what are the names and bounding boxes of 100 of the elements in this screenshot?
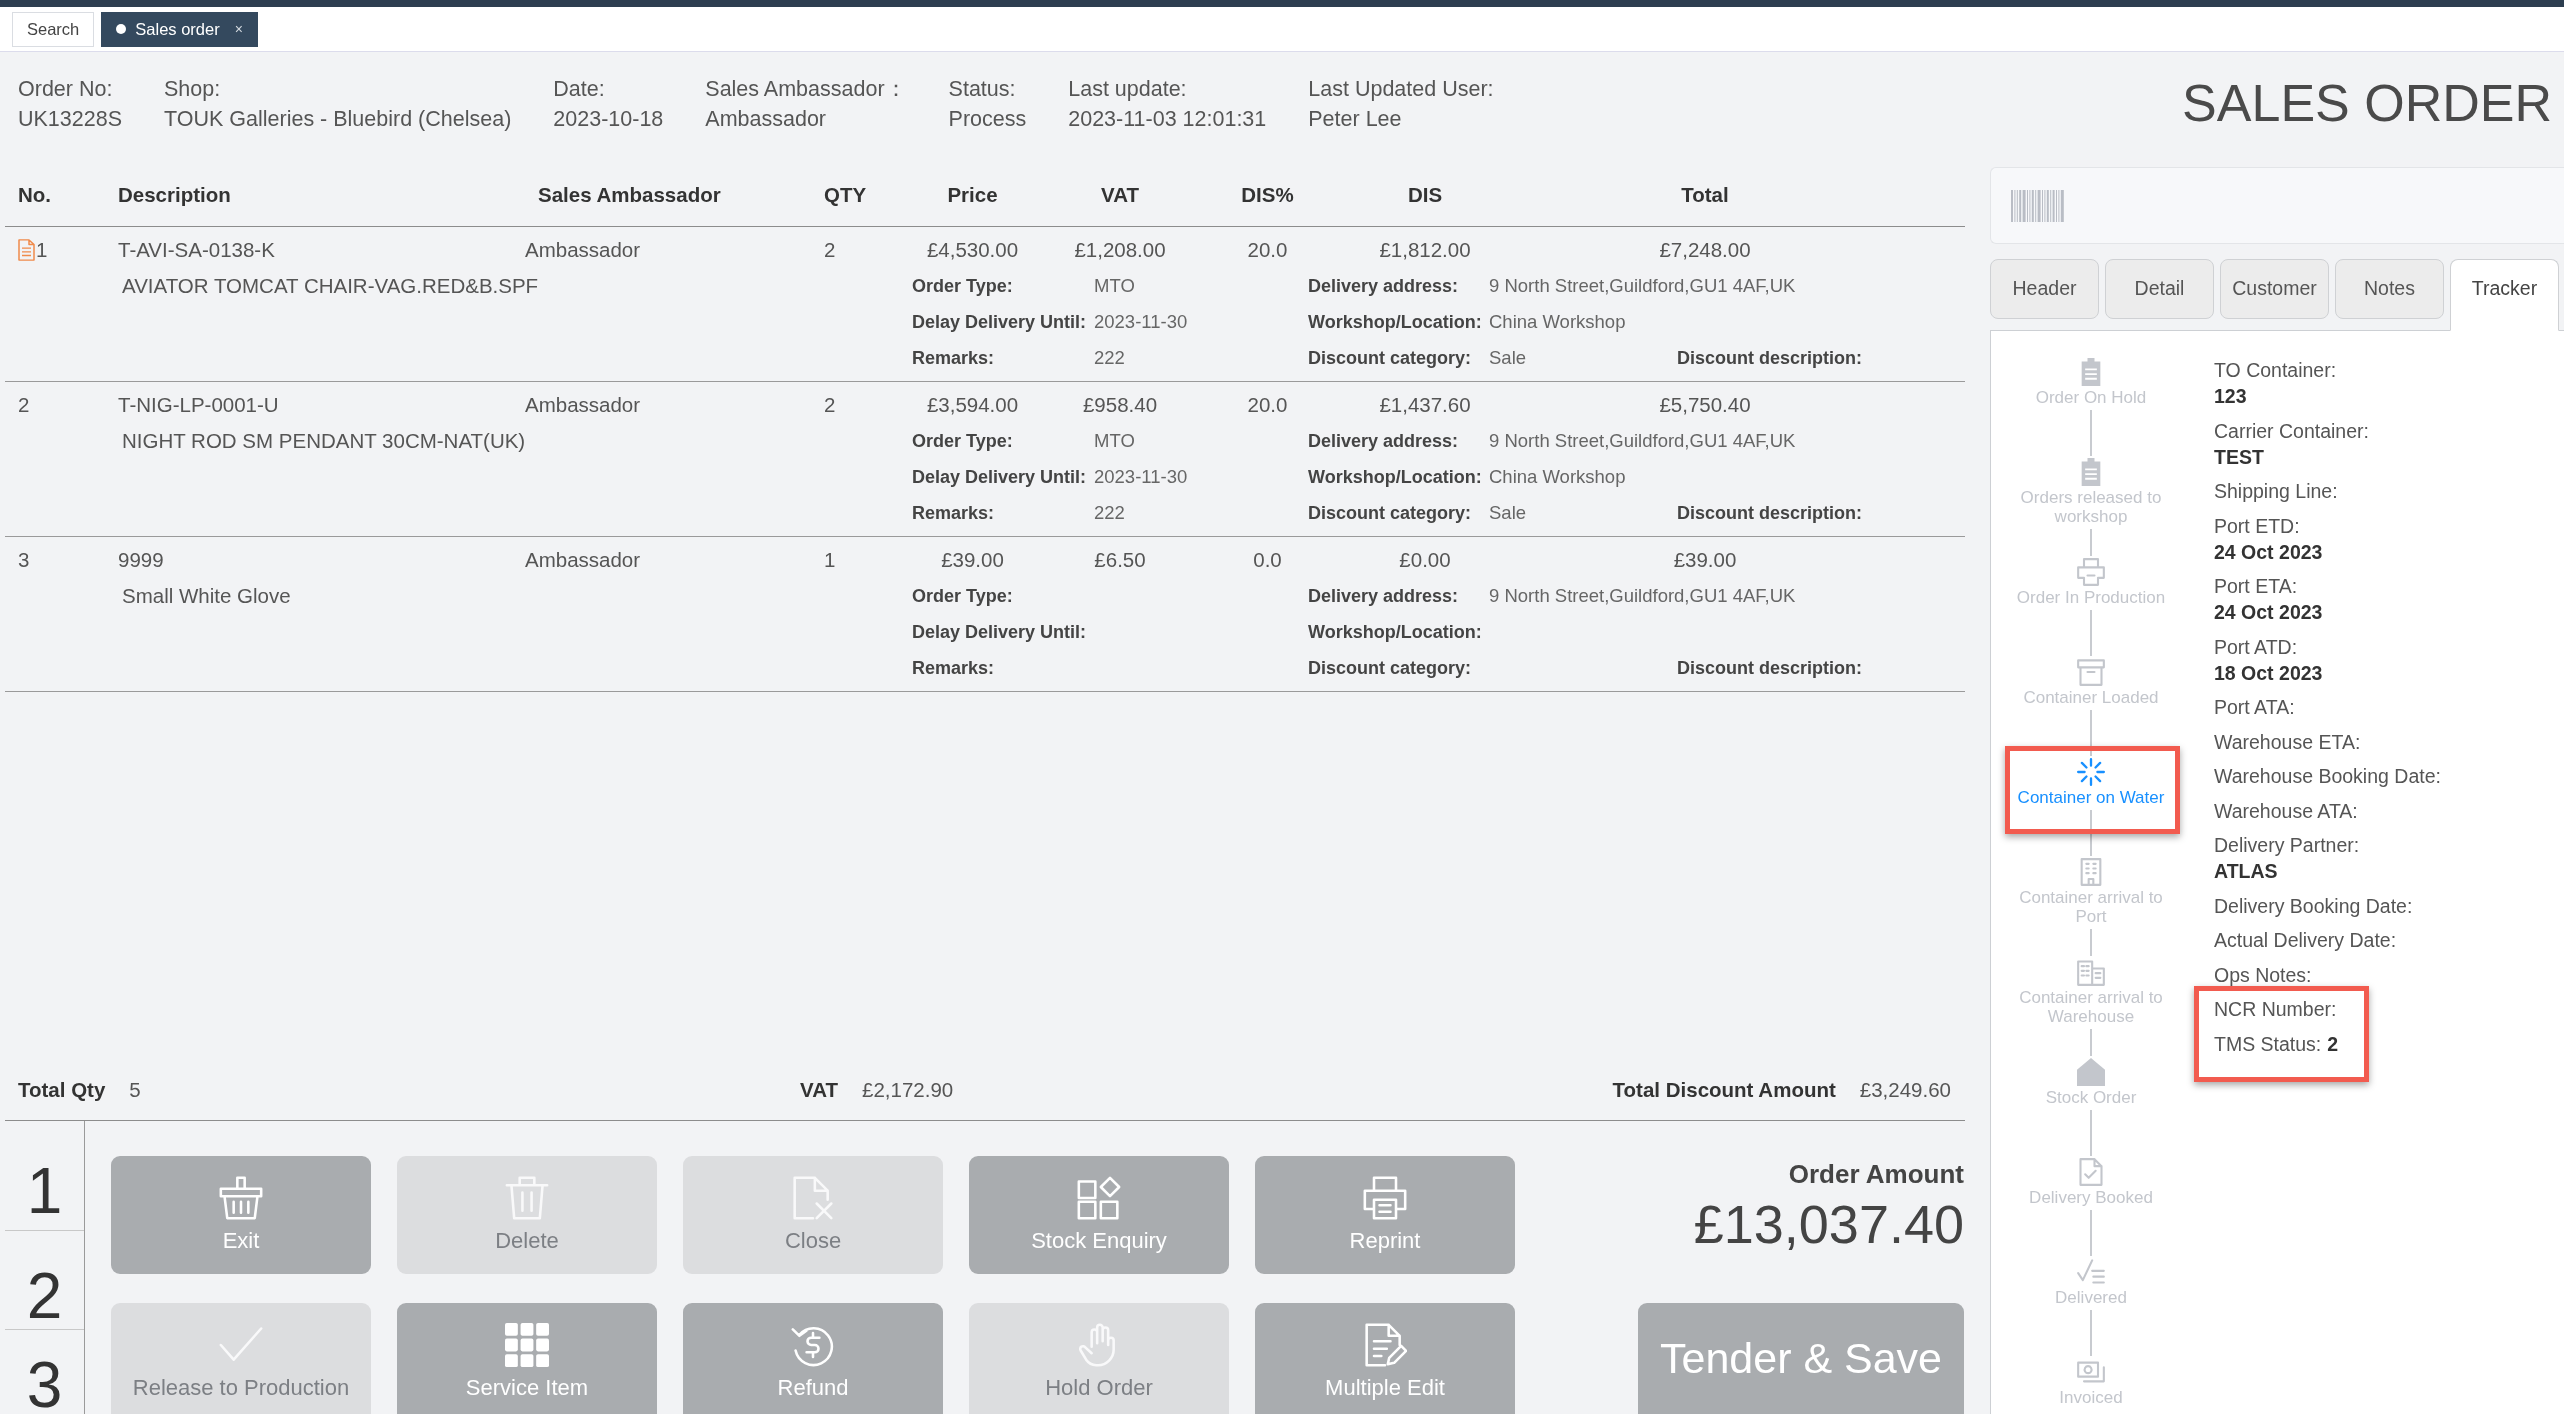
column-header: Price: [946, 182, 999, 209]
field-label: Last Updated User:: [1308, 76, 1494, 103]
field-label: Warehouse ATA:: [2214, 798, 2359, 824]
step-label: Container on Water: [2016, 788, 2166, 807]
service-item-button[interactable]: Service Item: [397, 1303, 657, 1414]
connector-line: [2090, 410, 2092, 456]
field-value: 18 Oct 2023: [2214, 660, 2324, 686]
refund-button[interactable]: Refund: [683, 1303, 943, 1414]
table-cell-text: £4,530.00: [925, 237, 1020, 263]
step-label: Container arrival to Warehouse: [2018, 988, 2164, 1026]
table-cell-text: £6.50: [1093, 547, 1147, 573]
field-value: 2023-11-03 12:01:31: [1068, 106, 1267, 133]
field-value: Ambassador: [705, 106, 827, 133]
total-label: Total Qty: [18, 1077, 106, 1104]
table-cell-text: 20.0: [1246, 392, 1289, 418]
detail-value: 9 North Street,Guildford,GU1 4AF,UK: [1489, 429, 1797, 453]
tab[interactable]: Notes: [2335, 259, 2444, 319]
table-cell-text: 2: [824, 392, 837, 418]
column-header: DIS%: [1240, 182, 1295, 209]
detail-label: Delivery address:: [1308, 585, 1460, 608]
document-check-icon: [2077, 1158, 2105, 1186]
total-value: £3,249.60: [1859, 1077, 1951, 1104]
detail-label: Order Type:: [912, 275, 1014, 298]
field-label: Actual Delivery Date:: [2214, 928, 2398, 953]
field-value: Peter Lee: [1308, 106, 1403, 133]
trash-icon: [505, 1176, 549, 1220]
field-label: Last update:: [1068, 76, 1188, 103]
step-label: Container arrival to Port: [2018, 888, 2164, 926]
field-label: Date:: [553, 76, 606, 103]
field-value: 24 Oct 2023: [2214, 539, 2324, 565]
detail-value: Sale: [1489, 501, 1528, 525]
exit-button[interactable]: Exit: [111, 1156, 371, 1274]
printer-icon: [1363, 1176, 1407, 1220]
table-cell-text: £1,208.00: [1073, 237, 1167, 263]
detail-label: Remarks:: [912, 347, 996, 370]
stock-enquiry-button[interactable]: Stock Enquiry: [969, 1156, 1229, 1274]
detail-value: 2023-11-30: [1094, 310, 1189, 334]
field-label: Status:: [948, 76, 1017, 103]
table-cell-text: NIGHT ROD SM PENDANT 30CM-NAT(UK): [121, 428, 527, 454]
tab[interactable]: Header: [1990, 259, 2099, 319]
detail-value: 2023-11-30: [1094, 465, 1189, 489]
detail-value: MTO: [1094, 274, 1136, 298]
field-value: 123: [2214, 384, 2248, 409]
field-label: Port ETA:: [2214, 574, 2299, 599]
detail-value: China Workshop: [1489, 465, 1627, 489]
tab[interactable]: Detail: [2105, 259, 2214, 319]
detail-value: 9 North Street,Guildford,GU1 4AF,UK: [1489, 584, 1797, 608]
row-number: 1: [26, 1163, 63, 1229]
column-header: Total: [1680, 182, 1730, 209]
table-cell-text: Ambassador: [525, 392, 642, 418]
table-cell-text: 2: [18, 392, 30, 418]
tender-save-button[interactable]: Tender & Save: [1638, 1303, 1964, 1414]
table-cell-text: 1: [824, 547, 837, 573]
table-cell-text: T-AVI-SA-0138-K: [118, 237, 276, 263]
field-label: Warehouse Booking Date:: [2214, 764, 2441, 789]
detail-label: Discount description:: [1677, 502, 1863, 525]
table-cell-text: Small White Glove: [121, 583, 292, 609]
table-cell-text: £1,437.60: [1378, 392, 1472, 418]
field-label: Port ETD:: [2214, 513, 2301, 539]
connector-line: [2090, 1210, 2092, 1256]
field-label: Port ATD:: [2214, 634, 2299, 660]
archive-box-icon: [2077, 658, 2105, 686]
detail-label: Delivery address:: [1308, 275, 1460, 298]
house-icon: [2077, 1058, 2105, 1086]
barcode-field[interactable]: [1990, 167, 2564, 244]
table-cell-text: 2: [824, 237, 837, 263]
field-label: Shipping Line:: [2214, 479, 2339, 504]
table-cell-text: Ambassador: [525, 547, 642, 573]
step-label: Order On Hold: [2034, 388, 2148, 407]
field-value: UK13228S: [18, 106, 122, 133]
tab[interactable]: Sales order ×: [101, 11, 258, 47]
tab[interactable]: Search: [12, 11, 95, 47]
connector-line: [2090, 1029, 2092, 1056]
checklist-icon: [2077, 1258, 2105, 1286]
field-label: NCR Number:: [2214, 997, 2338, 1022]
tab-close-button[interactable]: ×: [234, 18, 243, 40]
table-cell-text: T-NIG-LP-0001-U: [118, 392, 280, 418]
detail-label: Workshop/Location:: [1308, 311, 1483, 334]
column-header: QTY: [824, 182, 868, 209]
field-value: 2: [2327, 1032, 2339, 1055]
shapes-grid-icon: [1077, 1176, 1121, 1220]
reprint-button[interactable]: Reprint: [1255, 1156, 1515, 1274]
multiple-edit-button[interactable]: Multiple Edit: [1255, 1303, 1515, 1414]
table-cell-text: £1,812.00: [1378, 237, 1472, 263]
table-cell-text: £7,248.00: [1658, 237, 1752, 263]
table-cell-text: 1: [36, 237, 48, 263]
table-cell-text: 0.0: [1252, 547, 1283, 573]
field-value: ATLAS: [2214, 859, 2279, 884]
detail-label: Discount description:: [1677, 347, 1863, 370]
detail-label: Discount description:: [1677, 657, 1863, 680]
connector-line: [2090, 610, 2092, 656]
table-cell-text: £39.00: [1672, 547, 1738, 573]
field-value: Process: [948, 106, 1027, 133]
field-value: TEST: [2214, 444, 2265, 470]
table-cell-text: Ambassador: [525, 237, 642, 263]
grid-icon: [505, 1323, 549, 1367]
field-value: TOUK Galleries - Bluebird (Chelsea): [164, 106, 512, 133]
tab[interactable]: Tracker: [2450, 259, 2559, 331]
detail-label: Delivery address:: [1308, 430, 1460, 453]
tab[interactable]: Customer: [2220, 259, 2329, 319]
